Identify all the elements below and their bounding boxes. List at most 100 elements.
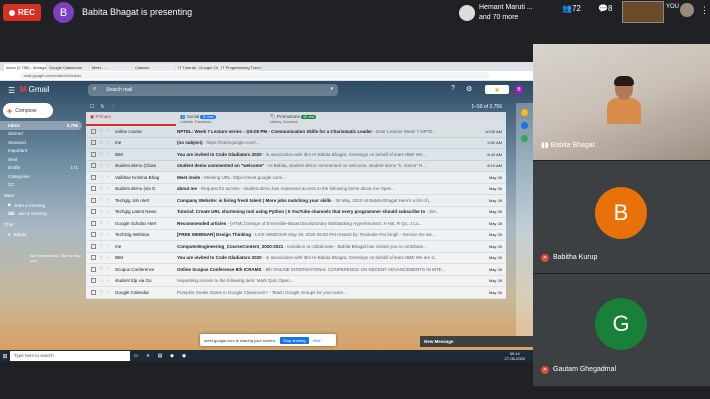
gmail-logo[interactable]: M Gmail <box>20 85 50 94</box>
chrome-icon[interactable]: ◉ <box>178 353 190 359</box>
star-icon[interactable]: ☆ <box>99 278 107 284</box>
email-row[interactable]: ☆ › Techgig Latest News Tutorial: Create UR… <box>86 206 506 218</box>
star-icon[interactable]: ☆ <box>99 220 107 226</box>
important-icon[interactable]: › <box>107 266 115 272</box>
more-actions-icon[interactable]: ⋮ <box>111 104 116 110</box>
important-icon[interactable]: › <box>107 174 115 180</box>
sidebar-item-important[interactable]: Important <box>0 147 82 156</box>
important-icon[interactable]: › <box>107 197 115 203</box>
browser-tab[interactable]: Classes <box>133 64 175 71</box>
sidebar-item-snoozed[interactable]: Snoozed <box>0 138 82 147</box>
browser-tab[interactable]: Meet - ... <box>90 64 132 71</box>
star-icon[interactable]: ☆ <box>99 163 107 169</box>
participant-tile[interactable]: G ✕ Gautam Ghegadmal <box>533 274 710 386</box>
stop-sharing-button[interactable]: Stop sharing <box>280 336 309 344</box>
star-icon[interactable]: ☆ <box>99 186 107 192</box>
email-row[interactable]: ☆ › me (no subject) - https://meet.google.c… <box>86 138 506 149</box>
sidebar-item-drafts[interactable]: Drafts 171 <box>0 164 82 173</box>
email-row[interactable]: ☆ › Google Calendar Pumpkin Snake Game in G… <box>86 287 506 299</box>
refresh-icon[interactable]: ↻ <box>100 104 104 110</box>
email-row[interactable]: ☆ › Techgig Job Alert Company Website: is h… <box>86 195 506 207</box>
sidebar-item-cc[interactable]: CC <box>0 181 82 190</box>
sidebar-item-starred[interactable]: Starred <box>0 130 82 139</box>
important-icon[interactable]: › <box>107 243 115 249</box>
sidebar-item-sent[interactable]: Sent <box>0 155 82 164</box>
sidebar-item-categories[interactable]: Categories <box>0 172 82 181</box>
email-row[interactable]: ☆ › student fdp via Go requesting access to… <box>86 275 506 287</box>
star-icon[interactable]: ☆ <box>99 266 107 272</box>
email-row[interactable]: ☆ › student demo (Class student demo commen… <box>86 161 506 172</box>
people-tile[interactable]: Hemant Maruti ... and 70 more <box>459 2 547 24</box>
important-icon[interactable]: › <box>107 255 115 261</box>
people-button[interactable]: 👥72 <box>562 4 581 13</box>
row-checkbox[interactable] <box>91 209 96 215</box>
sidebar-item-inbox[interactable]: Inbox 2,756 <box>0 121 82 130</box>
row-checkbox[interactable] <box>91 243 96 249</box>
star-icon[interactable]: ☆ <box>99 289 107 295</box>
row-checkbox[interactable] <box>91 220 96 226</box>
compose-button[interactable]: + Compose <box>3 103 53 118</box>
hide-button[interactable]: Hide <box>313 338 321 343</box>
star-icon[interactable]: ☆ <box>99 140 107 146</box>
participant-tile-video[interactable]: ▮▮ Babita Bhagat <box>533 44 710 160</box>
calendar-icon[interactable] <box>521 109 528 116</box>
email-row[interactable]: ☆ › IBM You are invited to Code Gladiators … <box>86 252 506 264</box>
important-icon[interactable]: › <box>107 163 115 169</box>
store-icon[interactable]: ◆ <box>166 353 178 359</box>
row-checkbox[interactable] <box>91 174 96 180</box>
task-view-icon[interactable]: ▭ <box>130 353 142 359</box>
row-checkbox[interactable] <box>91 255 96 261</box>
row-checkbox[interactable] <box>91 140 96 146</box>
row-checkbox[interactable] <box>91 278 96 284</box>
star-icon[interactable]: ☆ <box>99 128 107 134</box>
search-options-icon[interactable]: ▾ <box>330 86 333 92</box>
important-icon[interactable]: › <box>107 140 115 146</box>
tab-primary[interactable]: ▣ Primary <box>86 112 176 126</box>
row-checkbox[interactable] <box>91 197 96 203</box>
row-checkbox[interactable] <box>91 128 96 134</box>
important-icon[interactable]: › <box>107 220 115 226</box>
windows-start-icon[interactable]: ⊞ <box>0 353 10 360</box>
browser-tab[interactable]: Inbox (2,756) - bbhagat@... <box>4 64 46 71</box>
email-row[interactable]: ☆ › Scopus Conference Online Scopus Confere… <box>86 264 506 276</box>
star-icon[interactable]: ☆ <box>99 151 107 157</box>
chat-user[interactable]: ● Babita <box>0 230 82 239</box>
important-icon[interactable]: › <box>107 186 115 192</box>
email-row[interactable]: ☆ › student demo (via G about me - Request … <box>86 183 506 195</box>
system-clock[interactable]: 09:14 27-05-2020 <box>505 351 525 361</box>
important-icon[interactable]: › <box>107 278 115 284</box>
row-checkbox[interactable] <box>91 151 96 157</box>
browser-tab[interactable]: Google Classroom <box>47 64 89 71</box>
email-row[interactable]: ☆ › Google Scholar Alert Recommended articl… <box>86 218 506 230</box>
join-meeting-link[interactable]: ⌨ Join a meeting <box>0 210 82 219</box>
self-avatar[interactable] <box>680 3 694 17</box>
start-meeting-link[interactable]: ▶ Start a meeting <box>0 201 82 210</box>
search-icon[interactable]: ⌕ <box>93 86 96 93</box>
main-menu-icon[interactable]: ☰ <box>8 86 15 95</box>
participant-tile[interactable]: B ✕ Babitha Kurup <box>533 161 710 273</box>
email-row[interactable]: ☆ › online course NPTEL: Week 7 Lecture ser… <box>86 126 506 138</box>
star-icon[interactable]: ☆ <box>99 197 107 203</box>
browser-tab[interactable]: IT Tutorial - Google Cla... <box>176 64 218 71</box>
star-icon[interactable]: ☆ <box>99 232 107 238</box>
account-avatar[interactable]: B <box>514 85 524 95</box>
important-icon[interactable]: › <box>107 209 115 215</box>
settings-gear-icon[interactable]: ⚙ <box>466 85 472 93</box>
presentation-thumbnail[interactable] <box>622 1 664 23</box>
url-field[interactable]: mail.google.com/mail/u/0/#inbox <box>20 72 490 79</box>
star-icon[interactable]: ☆ <box>99 209 107 215</box>
keep-icon[interactable] <box>521 122 528 129</box>
select-all-checkbox[interactable]: ☐ <box>90 104 94 110</box>
taskbar-search-input[interactable]: Type here to search <box>10 351 130 361</box>
email-row[interactable]: ☆ › Vaibhav Krishna Bhag Meet invite - Meet… <box>86 172 506 184</box>
important-icon[interactable]: › <box>107 128 115 134</box>
more-options-icon[interactable]: ⋮ <box>700 5 709 16</box>
file-explorer-icon[interactable]: ▤ <box>154 353 166 359</box>
tasks-icon[interactable] <box>521 135 528 142</box>
star-icon[interactable]: ☆ <box>99 255 107 261</box>
row-checkbox[interactable] <box>91 163 96 169</box>
apps-promo-icon[interactable]: ▦ <box>485 85 509 94</box>
browser-tab[interactable]: IT Programming Tutorial <box>219 64 261 71</box>
email-row[interactable]: ☆ › me ComputerEngineering_CourseContent_20… <box>86 241 506 253</box>
edge-icon[interactable]: e <box>142 353 154 359</box>
